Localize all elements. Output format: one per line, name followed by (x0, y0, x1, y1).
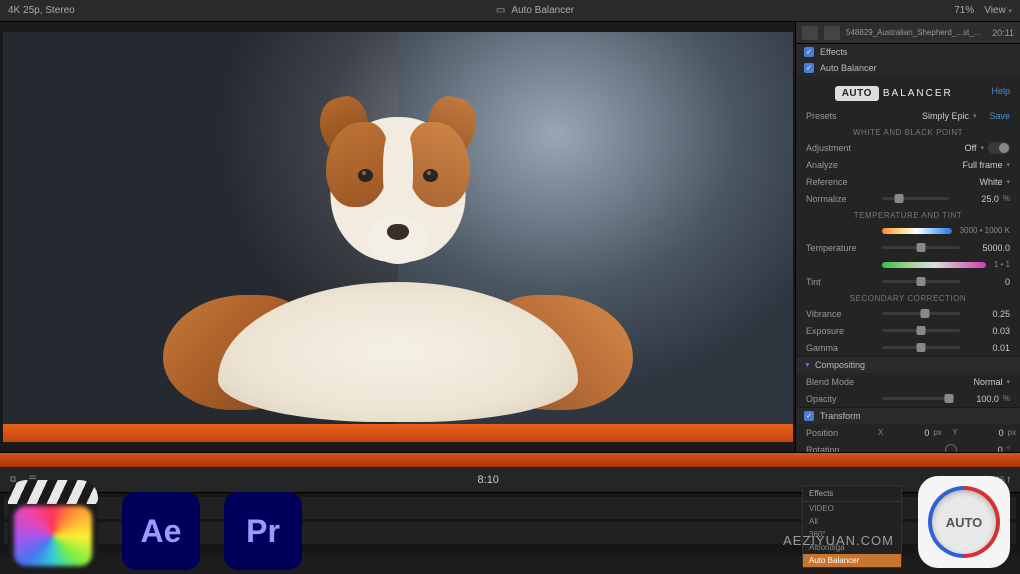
clip-name: 548829_Australian_Shepherd_...st_By_Brad… (846, 28, 986, 37)
checkbox-icon[interactable]: ✓ (804, 63, 814, 73)
position-x[interactable]: 0 (887, 428, 929, 438)
clip-time: 20:11 (992, 28, 1014, 38)
window-icon: ▭ (496, 5, 505, 16)
save-preset-button[interactable]: Save (989, 111, 1010, 121)
final-cut-pro-icon (8, 480, 98, 570)
inspector-panel: 548829_Australian_Shepherd_...st_By_Brad… (795, 22, 1020, 452)
section-secondary: SECONDARY CORRECTION (796, 290, 1020, 305)
adjustment-value[interactable]: Off (934, 143, 976, 153)
effects-browser: Effects VIDEO All 360° Albondiga Auto Ba… (802, 485, 902, 568)
temperature-gradient (882, 228, 952, 234)
normalize-slider[interactable] (882, 197, 949, 200)
vibrance-slider[interactable] (882, 312, 960, 315)
premiere-pro-icon: Pr (224, 492, 302, 570)
section-white-black: WHITE AND BLACK POINT (796, 124, 1020, 139)
blend-dropdown[interactable]: Normal (960, 377, 1002, 387)
zoom-level[interactable]: 71% (954, 5, 974, 16)
transform-section[interactable]: ✓Transform (796, 407, 1020, 424)
app-icon-overlay: Ae Pr (8, 480, 302, 570)
gamma-slider[interactable] (882, 346, 960, 349)
help-link[interactable]: Help (991, 86, 1010, 96)
section-temp-tint: TEMPERATURE AND TINT (796, 207, 1020, 222)
tint-gradient (882, 262, 986, 268)
viewer-panel[interactable] (0, 22, 795, 452)
tint-slider[interactable] (882, 280, 960, 283)
checkbox-icon[interactable]: ✓ (804, 47, 814, 57)
info-tab-icon[interactable] (824, 26, 840, 40)
rotation-dial-icon[interactable] (945, 444, 957, 453)
format-info: 4K 25p, Stereo (8, 5, 158, 16)
preset-dropdown[interactable]: Simply Epic (922, 111, 969, 121)
opacity-slider[interactable] (882, 397, 949, 400)
plugin-logo: Help AUTOBALANCER (796, 76, 1020, 107)
auto-balancer-icon: AUTO (918, 476, 1010, 568)
top-toolbar: 4K 25p, Stereo ▭Auto Balancer 71% View ▾ (0, 0, 1020, 22)
watermark-text: AEZIYUAN.COM (783, 533, 894, 548)
fx-category-selected[interactable]: Auto Balancer (803, 554, 901, 567)
timeline-scrubber[interactable] (0, 453, 1020, 467)
effects-browser-header: Effects (803, 486, 901, 502)
analyze-dropdown[interactable]: Full frame (960, 160, 1002, 170)
presets-row: Presets Simply Epic▾ Save (796, 107, 1020, 124)
preview-image (3, 32, 793, 442)
after-effects-icon: Ae (122, 492, 200, 570)
plugin-row[interactable]: ✓Auto Balancer (796, 60, 1020, 76)
video-tab-icon[interactable] (802, 26, 818, 40)
fx-category-all[interactable]: All (803, 515, 901, 528)
compositing-section[interactable]: ▼Compositing (796, 356, 1020, 373)
project-title: ▭Auto Balancer (158, 5, 912, 16)
checkbox-icon[interactable]: ✓ (804, 411, 814, 421)
rotation-value[interactable]: 0 (961, 445, 1003, 453)
inspector-header: 548829_Australian_Shepherd_...st_By_Brad… (796, 22, 1020, 44)
fx-category-video: VIDEO (803, 502, 901, 515)
exposure-slider[interactable] (882, 329, 960, 332)
temperature-slider[interactable] (882, 246, 960, 249)
position-y[interactable]: 0 (962, 428, 1004, 438)
reference-dropdown[interactable]: White (960, 177, 1002, 187)
effects-section[interactable]: ✓Effects (796, 44, 1020, 60)
view-menu[interactable]: View ▾ (984, 5, 1012, 16)
adjustment-toggle[interactable] (988, 142, 1010, 154)
